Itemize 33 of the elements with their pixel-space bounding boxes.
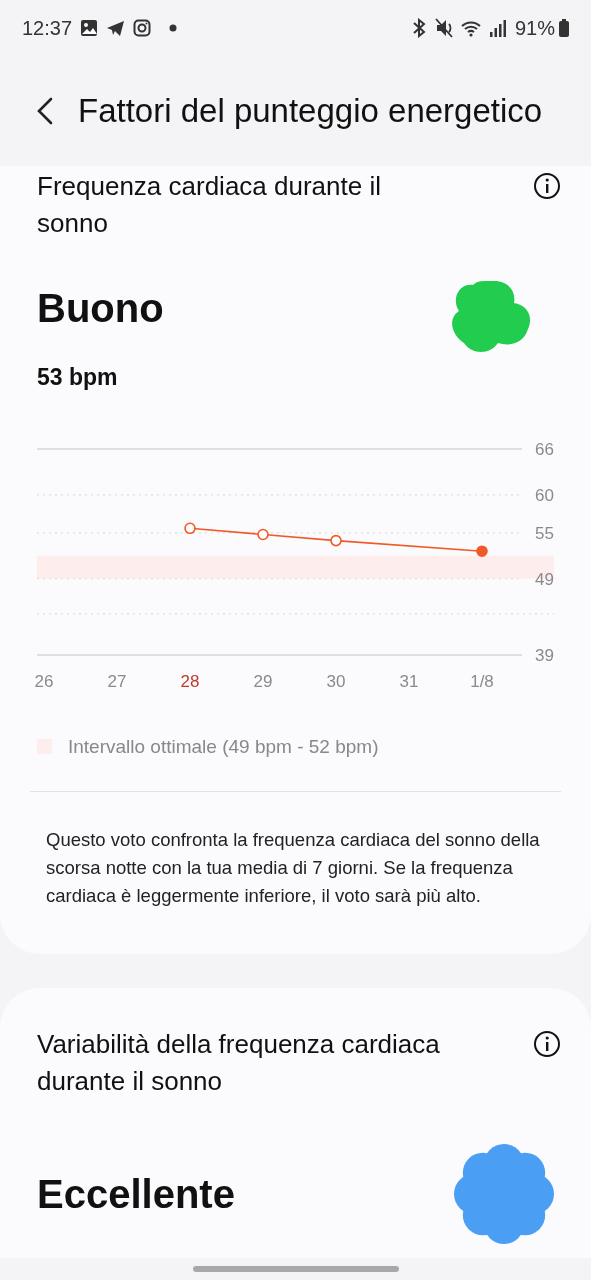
wifi-icon bbox=[460, 19, 481, 37]
send-icon bbox=[106, 19, 126, 37]
rating-label: Eccellente bbox=[37, 1171, 235, 1218]
heart-rate-value: 53 bpm bbox=[37, 363, 119, 392]
signal-icon bbox=[488, 19, 507, 37]
battery-level: 91% bbox=[514, 16, 555, 41]
axis-tick-label: 28 bbox=[180, 671, 200, 691]
dot-icon bbox=[169, 24, 178, 32]
screen-title: Fattori del punteggio energetico bbox=[78, 91, 543, 132]
description-text: Questo voto confronta la frequenza cardiaca del sonno della scorsa notte con la tua media di 7 giorni. Se la frequenza cardiaca è leggermente inferiore, il voto sarà più alto. bbox=[45, 828, 541, 908]
axis-tick-label: 1/8 bbox=[470, 671, 494, 691]
legend-label: Intervallo ottimale (49 bpm - 52 bpm) bbox=[68, 734, 379, 759]
back-icon[interactable] bbox=[36, 97, 54, 125]
axis-tick-label: 27 bbox=[107, 671, 127, 691]
axis-tick-label: 26 bbox=[34, 671, 54, 691]
info-icon[interactable] bbox=[533, 1030, 561, 1058]
rating-label: Buono bbox=[37, 285, 164, 332]
axis-tick-label: 55 bbox=[535, 523, 554, 543]
info-icon[interactable] bbox=[533, 172, 561, 200]
status-time: 12:37 bbox=[22, 16, 73, 41]
axis-tick-label: 66 bbox=[535, 439, 554, 459]
camera-icon bbox=[133, 19, 152, 37]
section-title: Variabilità della frequenza cardiaca durante il sonno bbox=[37, 1028, 441, 1098]
axis-tick-label: 49 bbox=[535, 569, 554, 589]
axis-tick-label: 31 bbox=[399, 671, 419, 691]
battery-icon bbox=[559, 19, 569, 37]
axis-tick-label: 60 bbox=[535, 485, 554, 505]
image-icon bbox=[80, 19, 99, 37]
axis-tick-label: 29 bbox=[253, 671, 273, 691]
mute-icon bbox=[434, 18, 453, 38]
section-title: Frequenza cardiaca durante il sonno bbox=[37, 170, 382, 240]
axis-tick-label: 30 bbox=[326, 671, 346, 691]
axis-tick-label: 39 bbox=[535, 645, 554, 665]
